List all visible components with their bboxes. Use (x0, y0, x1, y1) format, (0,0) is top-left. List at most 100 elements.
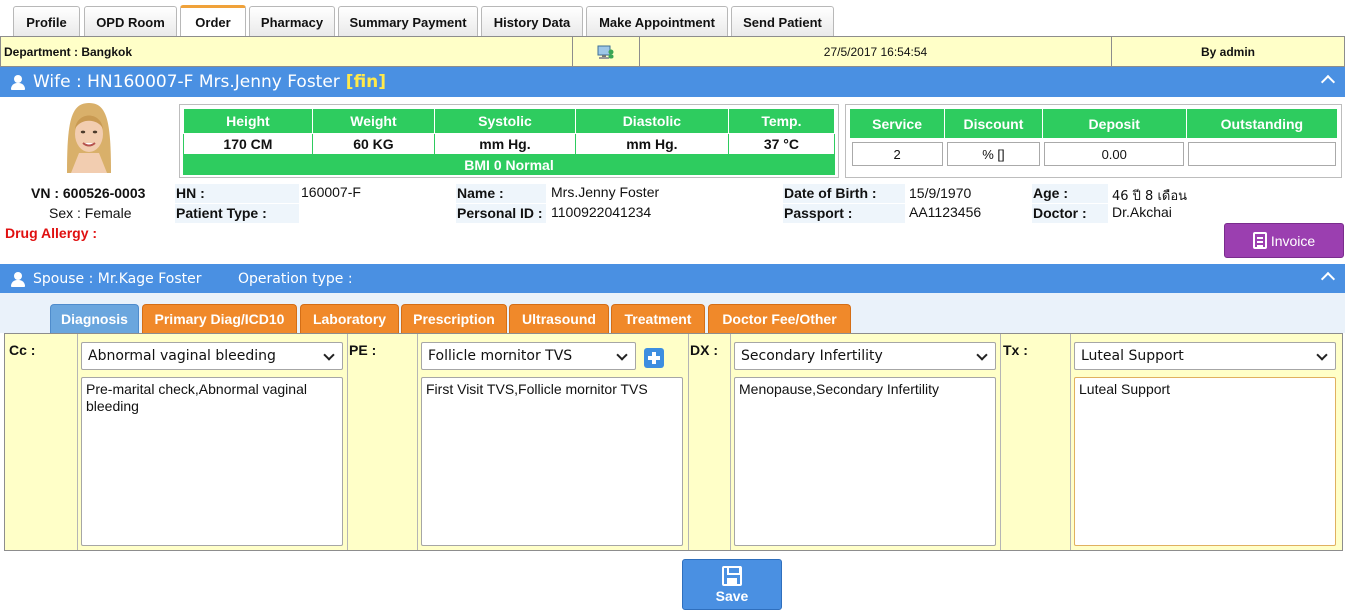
person-icon (10, 74, 26, 90)
sub-tab-bar: Diagnosis Primary Diag/ICD10 Laboratory … (0, 293, 1345, 333)
weight-value: 60 KG (311, 133, 436, 155)
outstanding-field[interactable] (1188, 142, 1336, 166)
dx-selected-value: Secondary Infertility (741, 348, 883, 364)
discount-field[interactable]: % [] (946, 142, 1041, 166)
finance-header: Discount (944, 108, 1043, 139)
tab-order[interactable]: Order (180, 5, 246, 37)
computer-user-icon[interactable] (573, 37, 640, 66)
tab-profile[interactable]: Profile (13, 6, 80, 37)
person-icon (10, 271, 26, 287)
pe-select[interactable]: Follicle mornitor TVS (421, 342, 636, 370)
passport-label: Passport : (784, 205, 853, 221)
finance-table: Service Discount Deposit Outstanding 2 %… (848, 108, 1339, 169)
doctor-value: Dr.Akchai (1112, 204, 1172, 220)
wife-header-bar: Wife : HN160007-F Mrs.Jenny Foster [fin] (0, 67, 1345, 97)
cc-label: Cc : (9, 342, 36, 358)
department-label: Department : Bangkok (1, 37, 573, 66)
dob-value: 15/9/1970 (909, 185, 972, 201)
vitals-panel: Height Weight Systolic Diastolic Temp. 1… (179, 104, 839, 178)
dx-label: DX : (690, 342, 718, 358)
wife-title: Wife : HN160007-F Mrs.Jenny Foster (33, 72, 340, 92)
cc-select[interactable]: Abnormal vaginal bleeding (81, 342, 343, 370)
tab-opd-room[interactable]: OPD Room (84, 6, 177, 37)
tab-primary-diag-icd10[interactable]: Primary Diag/ICD10 (142, 304, 297, 333)
age-value: 46 ปี 8 เดือน (1112, 189, 1188, 204)
tx-selected-value: Luteal Support (1081, 348, 1184, 364)
temperature-value: 37 °C (727, 133, 836, 155)
vn-number: VN : 600526-0003 (31, 185, 146, 201)
finance-panel: Service Discount Deposit Outstanding 2 %… (845, 104, 1342, 178)
vitals-header: Weight (311, 108, 436, 134)
service-field[interactable]: 2 (851, 142, 943, 166)
drug-allergy-label: Drug Allergy : (5, 225, 98, 241)
column-divider (1000, 334, 1001, 550)
hn-value: 160007-F (301, 184, 361, 200)
diastolic-value: mm Hg. (574, 133, 729, 155)
datetime-display: 27/5/2017 16:54:54 (640, 37, 1112, 66)
column-divider (417, 334, 418, 550)
systolic-value: mm Hg. (434, 133, 576, 155)
tx-textarea[interactable]: Luteal Support (1074, 377, 1336, 546)
save-label: Save (715, 587, 749, 604)
invoice-button[interactable]: Invoice (1224, 223, 1344, 258)
pe-label: PE : (349, 342, 377, 358)
document-icon (1252, 232, 1267, 249)
finance-header: Service (848, 108, 946, 139)
floppy-disk-icon (722, 565, 742, 586)
column-divider (77, 334, 78, 550)
patient-type-label: Patient Type : (176, 205, 267, 221)
department-bar: Department : Bangkok 27/5/2017 16:54:54 … (0, 36, 1345, 67)
name-value: Mrs.Jenny Foster (551, 184, 660, 200)
chevron-down-icon (1316, 349, 1328, 361)
tab-prescription[interactable]: Prescription (401, 304, 507, 333)
diagnosis-panel: Cc : Abnormal vaginal bleeding Pre-marit… (4, 333, 1343, 551)
tab-ultrasound[interactable]: Ultrasound (509, 304, 609, 333)
top-tab-bar: Profile OPD Room Order Pharmacy Summary … (0, 0, 1345, 37)
dx-select[interactable]: Secondary Infertility (734, 342, 996, 370)
cc-textarea[interactable]: Pre-marital check,Abnormal vaginal bleed… (81, 377, 343, 546)
tab-send-patient[interactable]: Send Patient (731, 6, 834, 37)
invoice-label: Invoice (1270, 232, 1316, 249)
tab-treatment[interactable]: Treatment (611, 304, 705, 333)
tx-select[interactable]: Luteal Support (1074, 342, 1336, 370)
name-label: Name : (457, 185, 504, 201)
patient-avatar (57, 101, 121, 173)
doctor-label: Doctor : (1033, 205, 1087, 221)
personal-id-label: Personal ID : (457, 205, 543, 221)
tab-pharmacy[interactable]: Pharmacy (249, 6, 335, 37)
height-value: 170 CM (183, 133, 313, 155)
sex-value: Sex : Female (49, 205, 132, 221)
column-divider (347, 334, 348, 550)
tx-label: Tx : (1003, 342, 1028, 358)
finance-header: Deposit (1041, 108, 1187, 139)
status-badge: [fin] (345, 72, 387, 92)
logged-in-user: By admin (1200, 44, 1255, 59)
passport-value: AA1123456 (909, 204, 982, 220)
finance-header: Outstanding (1185, 108, 1339, 139)
pe-selected-value: Follicle mornitor TVS (428, 348, 573, 364)
spouse-name: Spouse : Mr.Kage Foster (33, 270, 202, 287)
personal-id-value: 1100922041234 (551, 204, 652, 220)
dob-label: Date of Birth : (784, 185, 877, 201)
collapse-chevron-up-icon[interactable] (1321, 270, 1333, 282)
dx-textarea[interactable]: Menopause,Secondary Infertility (734, 377, 996, 546)
cc-selected-value: Abnormal vaginal bleeding (88, 348, 276, 364)
collapse-chevron-up-icon[interactable] (1321, 73, 1333, 85)
chevron-down-icon (323, 349, 335, 361)
column-divider (1070, 334, 1071, 550)
chevron-down-icon (616, 349, 628, 361)
save-button[interactable]: Save (682, 559, 782, 610)
pe-textarea[interactable]: First Visit TVS,Follicle mornitor TVS (421, 377, 683, 546)
add-plus-icon[interactable] (644, 348, 664, 368)
tab-doctor-fee-other[interactable]: Doctor Fee/Other (708, 304, 851, 333)
vitals-header: Diastolic (574, 108, 729, 134)
operation-type-label: Operation type : (238, 270, 353, 287)
vitals-table: Height Weight Systolic Diastolic Temp. 1… (183, 108, 836, 175)
tab-history-data[interactable]: History Data (481, 6, 583, 37)
tab-laboratory[interactable]: Laboratory (300, 304, 399, 333)
tab-summary-payment[interactable]: Summary Payment (338, 6, 478, 37)
spouse-header-bar: Spouse : Mr.Kage Foster Operation type : (0, 264, 1345, 293)
deposit-field[interactable]: 0.00 (1044, 142, 1185, 166)
tab-make-appointment[interactable]: Make Appointment (586, 6, 728, 37)
tab-diagnosis[interactable]: Diagnosis (50, 304, 139, 333)
